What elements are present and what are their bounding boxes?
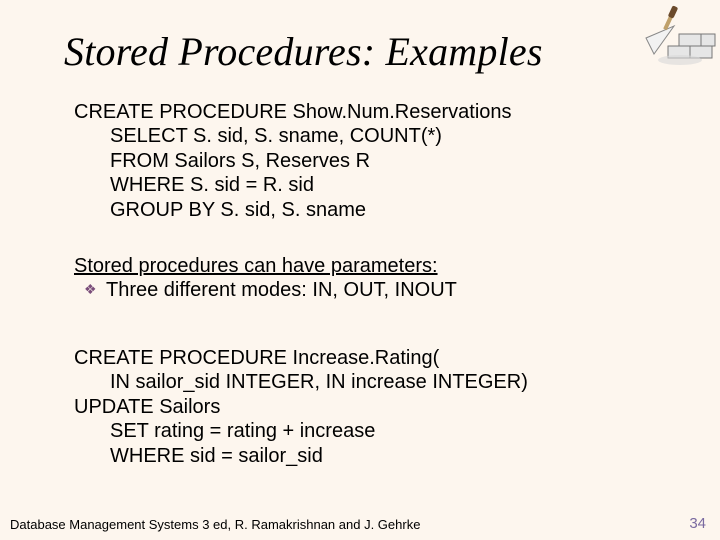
code-line: WHERE sid = sailor_sid xyxy=(110,444,528,468)
code-block-1: CREATE PROCEDURE Show.Num.Reservations S… xyxy=(74,100,512,222)
slide-title: Stored Procedures: Examples xyxy=(64,28,543,75)
footer-text: Database Management Systems 3 ed, R. Ram… xyxy=(10,517,420,532)
code-line: UPDATE Sailors xyxy=(74,396,220,418)
page-number: 34 xyxy=(689,515,706,532)
code-line: SET rating = rating + increase xyxy=(110,419,528,443)
code-line: CREATE PROCEDURE Show.Num.Reservations xyxy=(74,101,512,123)
code-line: FROM Sailors S, Reserves R xyxy=(110,149,512,173)
code-line: IN sailor_sid INTEGER, IN increase INTEG… xyxy=(110,370,528,394)
code-line: GROUP BY S. sid, S. sname xyxy=(110,198,512,222)
slide: Stored Procedures: Examples CREATE PROCE… xyxy=(0,0,720,540)
params-block: Stored procedures can have parameters: ❖… xyxy=(74,254,457,303)
code-line: WHERE S. sid = R. sid xyxy=(110,173,512,197)
bullet-text: Three different modes: IN, OUT, INOUT xyxy=(106,279,457,301)
code-line: SELECT S. sid, S. sname, COUNT(*) xyxy=(110,124,512,148)
code-block-2: CREATE PROCEDURE Increase.Rating( IN sai… xyxy=(74,346,528,468)
params-heading: Stored procedures can have parameters: xyxy=(74,255,438,277)
code-line: CREATE PROCEDURE Increase.Rating( xyxy=(74,347,439,369)
diamond-bullet-icon: ❖ xyxy=(84,281,106,298)
trowel-bricks-icon xyxy=(640,2,718,74)
bullet-item: ❖Three different modes: IN, OUT, INOUT xyxy=(84,278,457,302)
